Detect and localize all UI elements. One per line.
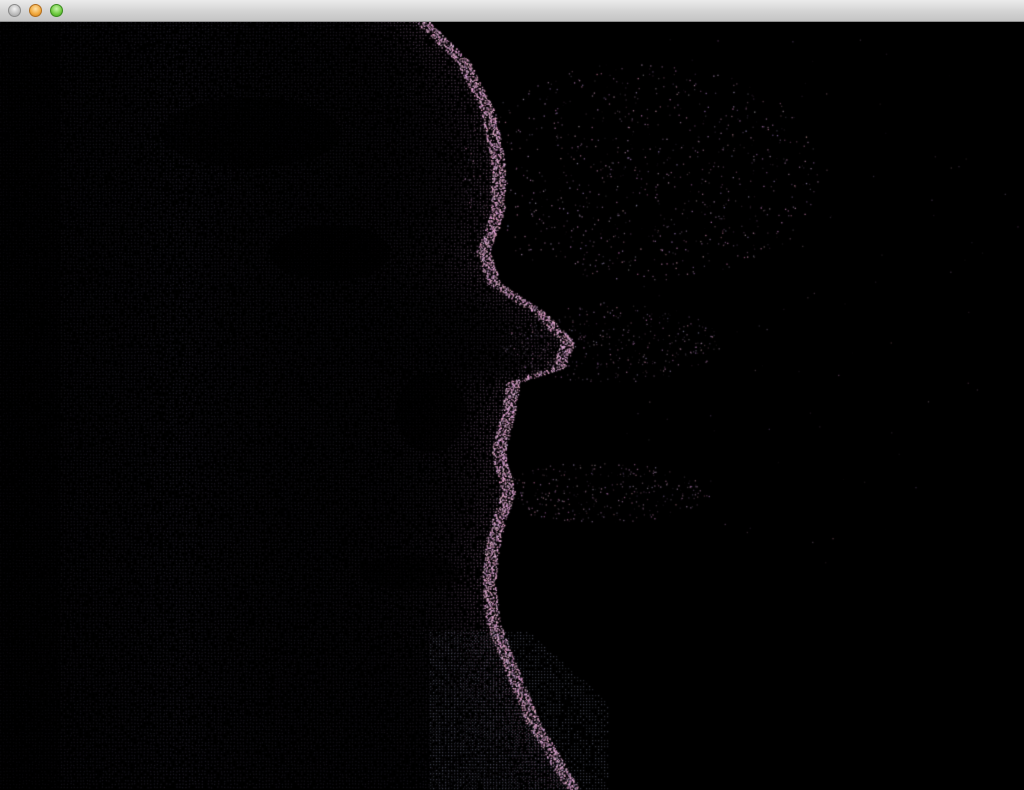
zoom-button[interactable] (50, 4, 63, 17)
app-window (0, 0, 1024, 790)
minimize-button[interactable] (29, 4, 42, 17)
close-button[interactable] (8, 4, 21, 17)
point-cloud-viewport[interactable] (0, 22, 1024, 790)
title-bar[interactable] (0, 0, 1024, 22)
point-cloud-canvas[interactable] (0, 22, 1024, 790)
